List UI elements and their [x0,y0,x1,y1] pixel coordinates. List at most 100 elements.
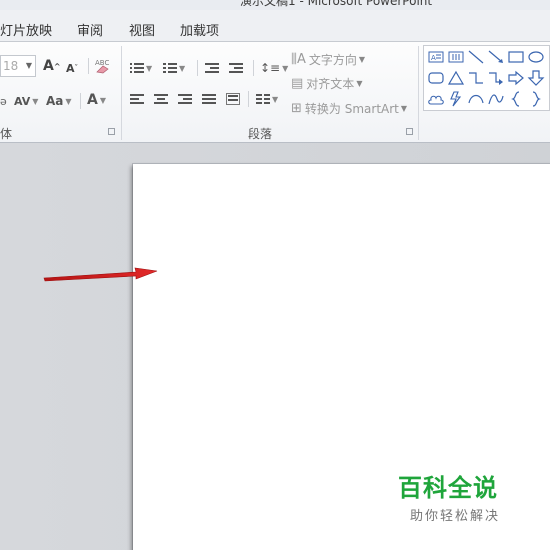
shapes-gallery: A [423,45,550,111]
distributed-icon [226,93,240,105]
chevron-down-icon: ▼ [272,94,279,104]
increase-indent-button[interactable] [229,58,243,78]
change-case-button[interactable]: Aa ▼ [46,91,72,111]
decrease-indent-icon [205,62,219,74]
right-brace-icon[interactable] [527,91,545,107]
convert-smartart-button[interactable]: ⊞ 转换为 SmartArt ▼ [291,98,407,118]
clear-formatting-icon: ABC [95,59,109,74]
align-left-button[interactable] [130,89,144,109]
paragraph-group-label: 段落 [248,127,273,141]
vertical-text-box-icon[interactable] [447,49,465,65]
line-icon[interactable] [467,49,485,65]
numbering-icon [163,62,177,74]
triangle-icon[interactable] [447,70,465,86]
ribbon-tabs: 灯片放映 审阅 视图 加载项 [0,10,550,42]
right-arrow-icon[interactable] [507,70,525,86]
font-color-label: A [87,92,98,108]
group-divider [121,46,122,140]
divider [88,58,89,74]
strike-icon: ə [0,94,7,108]
chevron-down-icon: ▼ [356,78,363,88]
down-caret-icon: ˇ [74,64,79,72]
divider [253,60,254,76]
lightning-icon[interactable] [447,91,465,107]
watermark: 百科全说 助你轻松解决 [398,468,528,524]
text-direction-button[interactable]: ⫼A 文字方向 ▼ [291,49,365,69]
watermark-title: 百科全说 [398,474,498,502]
justify-icon [202,93,216,105]
numbering-button[interactable]: ▼ [163,58,185,78]
tab-add-ins[interactable]: 加载项 [180,20,219,39]
elbow-connector-icon[interactable] [467,70,485,86]
font-size-combobox[interactable]: 18 ▼ [0,55,36,77]
arc-icon[interactable] [467,91,485,107]
align-center-button[interactable] [154,89,168,109]
arrow-line-icon[interactable] [487,49,505,65]
divider [80,93,81,109]
line-spacing-icon: ↕≡ [260,61,281,75]
rounded-rectangle-icon[interactable] [427,70,445,86]
char-spacing-button[interactable]: AV ▼ [14,91,38,111]
grow-font-button[interactable]: A ^ [43,56,61,76]
rectangle-icon[interactable] [507,49,525,65]
divider [248,91,249,107]
char-spacing-label: AV [14,94,31,108]
chevron-down-icon: ▼ [146,63,153,73]
text-direction-icon: ⫼A [291,51,306,67]
oval-icon[interactable] [527,49,545,65]
justify-button[interactable] [202,89,216,109]
group-divider [418,46,419,140]
text-box-icon[interactable]: A [427,49,445,65]
align-text-icon: ▤ [291,75,304,91]
text-direction-label: 文字方向 [308,52,357,67]
font-size-value: 18 [3,59,19,73]
svg-text:ABC: ABC [95,59,109,67]
window-titlebar: 演示文稿1 - Microsoft PowerPoint [0,0,550,10]
chevron-down-icon: ▼ [400,103,408,113]
bullets-button[interactable]: ▼ [130,58,152,78]
shrink-font-button[interactable]: Aˇ [66,58,78,78]
grow-font-label: A [43,58,54,74]
font-color-button[interactable]: A ▼ [87,90,106,110]
down-arrow-icon[interactable] [527,70,545,86]
ribbon: 18 ▼ A ^ Aˇ ABC ə AV ▼ Aa ▼ A ▼ 体 ▼ ▼ ↕≡… [0,42,550,143]
tab-review[interactable]: 审阅 [77,20,103,39]
paragraph-dialog-launcher[interactable] [406,128,413,135]
change-case-label: Aa [46,94,64,108]
align-left-icon [130,93,144,105]
chevron-down-icon: ▼ [282,63,289,73]
font-dialog-launcher[interactable] [108,128,115,135]
smartart-icon: ⊞ [291,100,302,116]
columns-button[interactable]: ▼ [256,89,278,109]
svg-text:A: A [431,54,436,62]
left-brace-icon[interactable] [507,91,525,107]
tab-view[interactable]: 视图 [129,20,155,39]
elbow-arrow-connector-icon[interactable] [487,70,505,86]
curve-icon[interactable] [487,91,505,107]
red-arrow-icon [43,267,158,282]
convert-smartart-label: 转换为 SmartArt [304,101,399,116]
chevron-down-icon: ▼ [179,63,186,73]
strikethrough-button[interactable]: ə [0,91,7,111]
increase-indent-icon [229,62,243,74]
font-group-label: 体 [0,127,13,141]
tab-slide-show[interactable]: 灯片放映 [0,20,52,39]
line-spacing-button[interactable]: ↕≡ ▼ [260,58,288,78]
watermark-subtitle: 助你轻松解决 [410,509,501,524]
up-caret-icon: ^ [53,61,61,71]
shrink-font-label: A [66,61,75,75]
chevron-down-icon[interactable]: ▼ [26,61,32,70]
align-right-icon [178,93,192,105]
cloud-icon[interactable] [427,91,445,107]
chevron-down-icon: ▼ [65,96,72,106]
chevron-down-icon: ▼ [32,96,39,106]
align-right-button[interactable] [178,89,192,109]
columns-icon [256,93,270,105]
clear-formatting-button[interactable]: ABC [94,56,112,76]
bullets-icon [130,62,144,74]
align-center-icon [154,93,168,105]
align-text-button[interactable]: ▤ 对齐文本 ▼ [291,73,362,93]
align-text-label: 对齐文本 [306,76,355,91]
decrease-indent-button[interactable] [205,58,219,78]
distributed-button[interactable] [226,89,240,109]
